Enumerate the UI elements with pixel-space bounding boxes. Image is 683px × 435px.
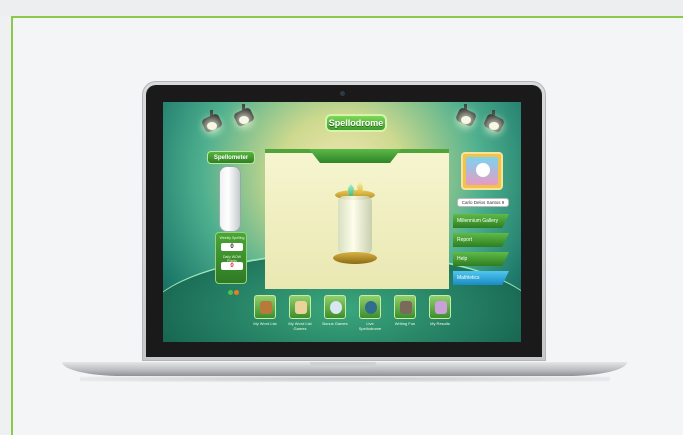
scroll-icon (289, 295, 311, 319)
menu-mathletics[interactable]: Mathletics (453, 271, 509, 285)
nav-label: Bonus Games (322, 321, 348, 326)
page-top-strip (0, 0, 683, 16)
bottom-nav: My Word List My Word List Games Bonus Ga… (248, 295, 458, 339)
avatar[interactable] (461, 152, 503, 190)
daily-score-value: 0 (221, 262, 243, 270)
writing-icon (394, 295, 416, 319)
app-title: Spellodrome (325, 114, 387, 132)
balloon-icon (324, 295, 346, 319)
nav-my-results[interactable]: My Results (425, 295, 455, 326)
menu-report[interactable]: Report (453, 233, 509, 247)
stage-tab (309, 149, 401, 163)
jar-base (333, 252, 377, 264)
nav-label: Live Spellodrome (358, 321, 382, 331)
status-dot-icon (228, 290, 233, 295)
nav-live-spellodrome[interactable]: Live Spellodrome (355, 295, 385, 331)
laptop-screen: Spellodrome Spellometer Weekly Spelling … (163, 102, 521, 342)
spotlight-icon (453, 104, 479, 128)
laptop-notch (310, 362, 376, 367)
spellometer-label: Spellometer (207, 151, 255, 164)
nav-writing-fun[interactable]: Writing Fun (390, 295, 420, 326)
laptop-shadow (80, 376, 610, 382)
profile-name: Carlo Delos Santos 9 (457, 198, 509, 207)
webcam-icon (340, 91, 345, 96)
status-dots (228, 282, 242, 295)
globe-icon (359, 295, 381, 319)
nav-my-word-list-games[interactable]: My Word List Games (285, 295, 315, 331)
trophy-icon (429, 295, 451, 319)
nav-bonus-games[interactable]: Bonus Games (320, 295, 350, 326)
avatar-face-icon (476, 163, 490, 177)
weekly-score-value: 0 (221, 243, 243, 251)
weekly-score-label: Weekly Spelling (219, 236, 245, 240)
nav-label: My Word List (253, 321, 277, 326)
menu-help[interactable]: Help (453, 252, 509, 266)
spellometer-tube (219, 166, 241, 232)
spotlight-icon (199, 110, 225, 134)
nav-my-word-list[interactable]: My Word List (250, 295, 280, 326)
avatar-image (466, 157, 498, 185)
menu-millennium-gallery[interactable]: Millennium Gallery (453, 214, 509, 228)
score-panel: Weekly Spelling 0 Daily WOW Points 0 (215, 232, 247, 284)
spotlight-icon (481, 110, 507, 134)
status-dot-icon (234, 290, 239, 295)
spotlight-icon (231, 104, 257, 128)
nav-label: My Results (430, 321, 450, 326)
books-icon (254, 295, 276, 319)
jar-icon[interactable] (338, 196, 372, 254)
nav-label: Writing Fun (394, 321, 416, 326)
nav-label: My Word List Games (288, 321, 312, 331)
